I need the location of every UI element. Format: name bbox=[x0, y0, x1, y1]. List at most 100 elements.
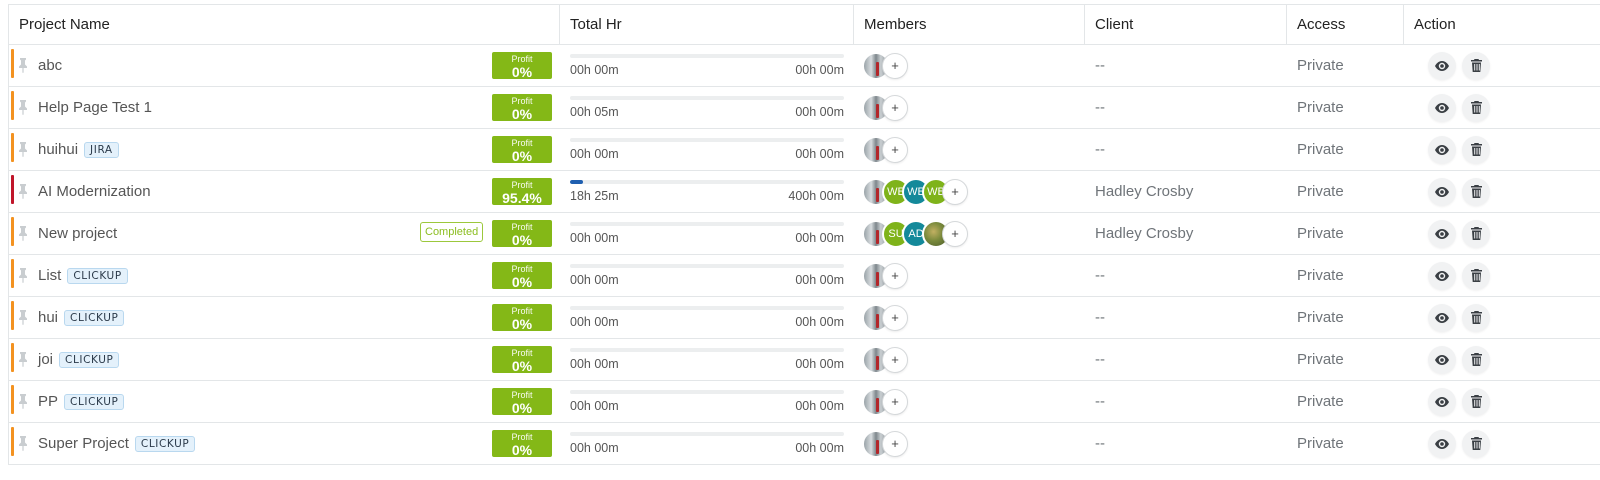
column-header-client[interactable]: Client bbox=[1085, 5, 1287, 44]
priority-stripe bbox=[11, 49, 14, 78]
delete-button[interactable] bbox=[1462, 345, 1490, 374]
table-row[interactable]: PP CLICKUP Profit 0% 00h 00m 00h 00m + -… bbox=[9, 381, 1600, 423]
pin-icon[interactable] bbox=[18, 183, 28, 199]
project-name-text[interactable]: List bbox=[38, 267, 61, 284]
project-name-text[interactable]: PP bbox=[38, 393, 58, 410]
view-button[interactable] bbox=[1428, 177, 1456, 206]
view-button[interactable] bbox=[1428, 93, 1456, 122]
add-member-button[interactable]: + bbox=[882, 262, 908, 289]
pin-icon[interactable] bbox=[18, 435, 28, 451]
table-row[interactable]: huihui JIRA Profit 0% 00h 00m 00h 00m + … bbox=[9, 129, 1600, 171]
add-member-button[interactable]: + bbox=[882, 304, 908, 331]
delete-button[interactable] bbox=[1462, 261, 1490, 290]
view-button[interactable] bbox=[1428, 51, 1456, 80]
pin-icon[interactable] bbox=[18, 309, 28, 325]
pin-icon[interactable] bbox=[18, 351, 28, 367]
table-row[interactable]: joi CLICKUP Profit 0% 00h 00m 00h 00m + … bbox=[9, 339, 1600, 381]
view-button[interactable] bbox=[1428, 387, 1456, 416]
pin-icon[interactable] bbox=[18, 141, 28, 157]
eye-icon bbox=[1435, 144, 1449, 155]
profit-value: 0% bbox=[511, 316, 533, 332]
delete-button[interactable] bbox=[1462, 387, 1490, 416]
pin-icon[interactable] bbox=[18, 99, 28, 115]
action-cell bbox=[1404, 213, 1600, 254]
hours-spent: 00h 00m bbox=[570, 399, 619, 413]
table-row[interactable]: abc Profit 0% 00h 00m 00h 00m + -- Priva… bbox=[9, 45, 1600, 87]
profit-badge: Profit 0% bbox=[492, 262, 552, 289]
project-name[interactable]: huihui JIRA bbox=[38, 141, 119, 158]
eye-icon bbox=[1435, 396, 1449, 407]
pin-icon[interactable] bbox=[18, 225, 28, 241]
project-name[interactable]: Super Project CLICKUP bbox=[38, 435, 196, 452]
table-row[interactable]: Help Page Test 1 Profit 0% 00h 05m 00h 0… bbox=[9, 87, 1600, 129]
view-button[interactable] bbox=[1428, 261, 1456, 290]
project-name[interactable]: New project bbox=[38, 225, 117, 242]
trash-icon bbox=[1470, 185, 1482, 198]
total-hr-cell: 00h 00m 00h 00m bbox=[560, 423, 854, 464]
project-name[interactable]: abc bbox=[38, 57, 62, 74]
delete-button[interactable] bbox=[1462, 135, 1490, 164]
table-row[interactable]: Super Project CLICKUP Profit 0% 00h 00m … bbox=[9, 423, 1600, 465]
table-row[interactable]: List CLICKUP Profit 0% 00h 00m 00h 00m +… bbox=[9, 255, 1600, 297]
project-name-text[interactable]: abc bbox=[38, 57, 62, 74]
add-member-button[interactable]: + bbox=[942, 220, 968, 247]
delete-button[interactable] bbox=[1462, 51, 1490, 80]
eye-icon bbox=[1435, 354, 1449, 365]
profit-label: Profit bbox=[511, 348, 533, 358]
members-cell: + bbox=[854, 255, 1085, 296]
add-member-button[interactable]: + bbox=[882, 346, 908, 373]
project-name-text[interactable]: AI Modernization bbox=[38, 183, 151, 200]
project-name-text[interactable]: New project bbox=[38, 225, 117, 242]
profit-label: Profit bbox=[511, 138, 533, 148]
add-member-button[interactable]: + bbox=[882, 52, 908, 79]
pin-icon[interactable] bbox=[18, 393, 28, 409]
view-button[interactable] bbox=[1428, 219, 1456, 248]
add-member-button[interactable]: + bbox=[882, 430, 908, 457]
hours-spent: 00h 00m bbox=[570, 441, 619, 455]
project-name[interactable]: joi CLICKUP bbox=[38, 351, 120, 368]
project-name-cell: AI Modernization Profit 95.4% bbox=[9, 171, 560, 212]
column-header-access[interactable]: Access bbox=[1287, 5, 1404, 44]
priority-stripe bbox=[11, 133, 14, 162]
client-cell: -- bbox=[1095, 351, 1105, 368]
pin-icon[interactable] bbox=[18, 57, 28, 73]
project-name-text[interactable]: huihui bbox=[38, 141, 78, 158]
project-name-text[interactable]: hui bbox=[38, 309, 58, 326]
column-header-members[interactable]: Members bbox=[854, 5, 1085, 44]
project-name[interactable]: hui CLICKUP bbox=[38, 309, 125, 326]
trash-icon bbox=[1470, 353, 1482, 366]
project-name-text[interactable]: joi bbox=[38, 351, 53, 368]
view-button[interactable] bbox=[1428, 429, 1456, 458]
project-name-text[interactable]: Help Page Test 1 bbox=[38, 99, 152, 116]
delete-button[interactable] bbox=[1462, 303, 1490, 332]
table-row[interactable]: hui CLICKUP Profit 0% 00h 00m 00h 00m + … bbox=[9, 297, 1600, 339]
hours-estimate: 00h 00m bbox=[795, 231, 844, 245]
hours-progress-bar bbox=[570, 306, 844, 310]
table-row[interactable]: AI Modernization Profit 95.4% 18h 25m 40… bbox=[9, 171, 1600, 213]
project-name[interactable]: List CLICKUP bbox=[38, 267, 128, 284]
view-button[interactable] bbox=[1428, 135, 1456, 164]
delete-button[interactable] bbox=[1462, 93, 1490, 122]
table-row[interactable]: New project Completed Profit 0% 00h 00m … bbox=[9, 213, 1600, 255]
members-cell: + bbox=[854, 87, 1085, 128]
column-header-total-hr[interactable]: Total Hr bbox=[560, 5, 854, 44]
add-member-button[interactable]: + bbox=[942, 178, 968, 205]
trash-icon bbox=[1470, 395, 1482, 408]
delete-button[interactable] bbox=[1462, 219, 1490, 248]
view-button[interactable] bbox=[1428, 303, 1456, 332]
project-name-text[interactable]: Super Project bbox=[38, 435, 129, 452]
add-member-button[interactable]: + bbox=[882, 94, 908, 121]
delete-button[interactable] bbox=[1462, 177, 1490, 206]
pin-icon[interactable] bbox=[18, 267, 28, 283]
project-name[interactable]: Help Page Test 1 bbox=[38, 99, 152, 116]
project-name[interactable]: AI Modernization bbox=[38, 183, 151, 200]
column-header-project-name[interactable]: Project Name bbox=[9, 5, 560, 44]
column-header-action: Action bbox=[1414, 16, 1456, 33]
add-member-button[interactable]: + bbox=[882, 388, 908, 415]
project-name[interactable]: PP CLICKUP bbox=[38, 393, 125, 410]
delete-button[interactable] bbox=[1462, 429, 1490, 458]
view-button[interactable] bbox=[1428, 345, 1456, 374]
integration-tag: CLICKUP bbox=[64, 393, 125, 410]
client-cell: -- bbox=[1095, 393, 1105, 410]
add-member-button[interactable]: + bbox=[882, 136, 908, 163]
